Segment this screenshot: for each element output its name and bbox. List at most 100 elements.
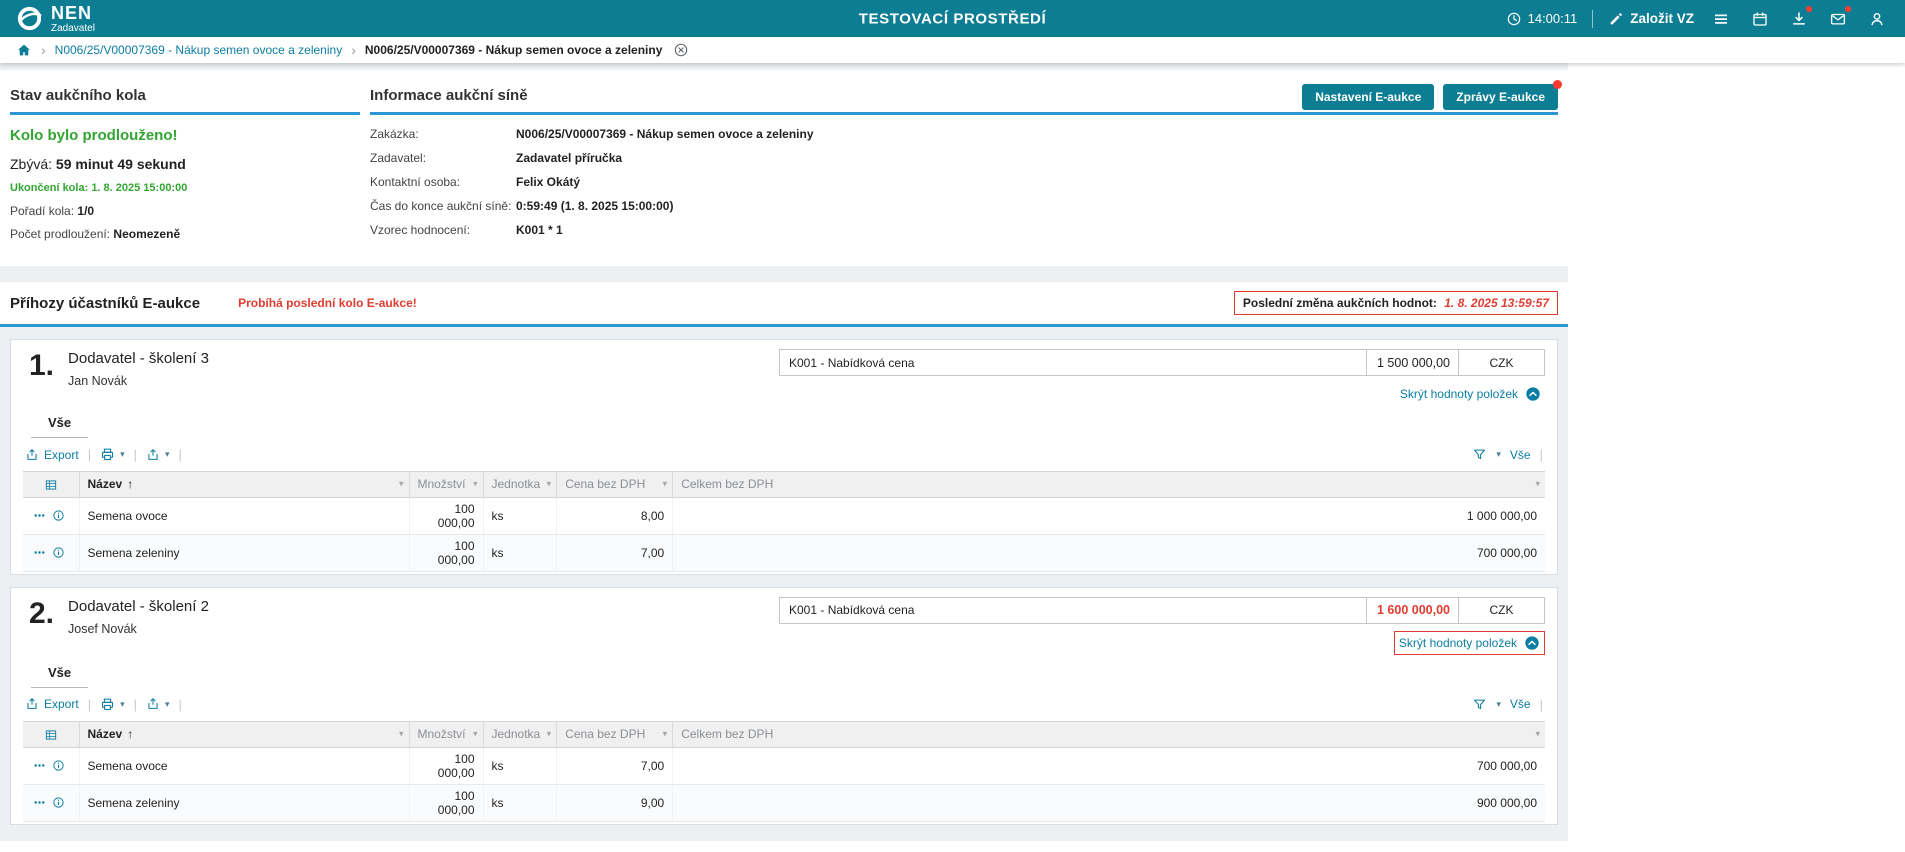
column-price[interactable]: Cena bez DPH ▾ — [557, 721, 673, 747]
column-chooser-button[interactable] — [23, 472, 79, 498]
column-price[interactable]: Cena bez DPH ▾ — [557, 472, 673, 498]
bid-area: K001 - Nabídková cena 1 500 000,00 CZK S… — [779, 349, 1545, 405]
create-vz-button[interactable]: Založit VZ — [1608, 11, 1694, 27]
view-caret-icon[interactable]: ▾ — [1496, 700, 1501, 709]
filter-caret-icon[interactable]: ▾ — [399, 479, 404, 490]
round-panel-title: Stav aukčního kola — [10, 82, 360, 115]
table-row: Semena zeleniny 100 000,00 ks 9,00 900 0… — [23, 784, 1545, 821]
calendar-button[interactable] — [1748, 7, 1772, 31]
column-chooser-button[interactable] — [23, 721, 79, 747]
filter-caret-icon[interactable]: ▾ — [663, 729, 668, 740]
filter-caret-icon[interactable]: ▾ — [1535, 479, 1540, 490]
cell-total: 700 000,00 — [673, 534, 1545, 571]
participant-contact: Jan Novák — [68, 374, 209, 388]
column-price-label: Cena bez DPH — [565, 727, 645, 741]
column-total[interactable]: Celkem bez DPH ▾ — [673, 472, 1545, 498]
hide-values-button[interactable]: Skrýt hodnoty položek — [1394, 631, 1545, 655]
hide-values-button[interactable]: Skrýt hodnoty položek — [1396, 383, 1545, 405]
close-tab-button[interactable] — [673, 42, 689, 58]
column-unit[interactable]: Jednotka ▾ — [483, 472, 557, 498]
round-order-value: 1/0 — [77, 204, 94, 218]
view-all-label: Vše — [1510, 448, 1531, 462]
info-row: Vzorec hodnocení: K001 * 1 — [370, 223, 1558, 237]
round-end-value: 1. 8. 2025 15:00:00 — [91, 182, 187, 194]
cell-price: 8,00 — [557, 497, 673, 534]
cell-total: 900 000,00 — [673, 784, 1545, 821]
export-button[interactable]: Export — [25, 697, 79, 711]
participant-card: 1. Dodavatel - školení 3 Jan Novák K001 … — [10, 339, 1558, 575]
main-content: Stav aukčního kola Kolo bylo prodlouženo… — [0, 63, 1568, 841]
downloads-button[interactable] — [1787, 7, 1811, 31]
tab-all[interactable]: Vše — [31, 665, 88, 688]
filter-caret-icon[interactable]: ▾ — [1535, 729, 1540, 740]
participant-card: 2. Dodavatel - školení 2 Josef Novák K00… — [10, 587, 1558, 825]
menu-icon — [1712, 10, 1730, 28]
cell-name: Semena ovoce — [79, 747, 409, 784]
filter-button[interactable] — [1472, 697, 1487, 712]
toolbar-divider: | — [134, 697, 137, 712]
column-name[interactable]: Název↑ ▾ — [79, 721, 409, 747]
info-icon[interactable] — [52, 546, 65, 559]
row-menu-icon[interactable] — [33, 546, 46, 559]
row-tools-cell — [23, 534, 79, 571]
toolbar-divider: | — [88, 697, 91, 712]
info-icon[interactable] — [52, 759, 65, 772]
export-button[interactable]: Export — [25, 448, 79, 462]
table-toolbar: Export | ▾ | ▾ | ▾ Vše | — [25, 697, 1543, 712]
view-all-link[interactable]: Vše — [1510, 448, 1531, 462]
filter-button[interactable] — [1472, 447, 1487, 462]
round-end-label: Ukončení kola: — [10, 182, 88, 194]
info-icon[interactable] — [52, 796, 65, 809]
share-button[interactable]: ▾ — [146, 697, 170, 711]
nen-logo-icon — [16, 5, 43, 32]
filter-caret-icon[interactable]: ▾ — [473, 479, 478, 490]
mail-button[interactable] — [1826, 7, 1850, 31]
filter-caret-icon[interactable]: ▾ — [547, 479, 552, 490]
row-menu-icon[interactable] — [33, 796, 46, 809]
column-total[interactable]: Celkem bez DPH ▾ — [673, 721, 1545, 747]
top-bar: NEN Zadavatel TESTOVACÍ PROSTŘEDÍ 14:00:… — [0, 0, 1905, 37]
filter-caret-icon[interactable]: ▾ — [399, 729, 404, 740]
info-label: Kontaktní osoba: — [370, 175, 516, 189]
eauction-settings-button[interactable]: Nastavení E-aukce — [1302, 84, 1434, 110]
toolbar-divider: | — [1540, 697, 1543, 712]
column-unit-label: Jednotka — [492, 477, 541, 491]
column-qty[interactable]: Množství ▾ — [409, 721, 483, 747]
row-menu-icon[interactable] — [33, 759, 46, 772]
info-label: Vzorec hodnocení: — [370, 223, 516, 237]
nen-logo[interactable]: NEN Zadavatel — [16, 4, 95, 34]
share-button[interactable]: ▾ — [146, 448, 170, 462]
bid-value: 1 600 000,00 — [1366, 597, 1459, 624]
profile-button[interactable] — [1865, 7, 1889, 31]
view-caret-icon[interactable]: ▾ — [1496, 450, 1501, 459]
participant-identity: Dodavatel - školení 2 Josef Novák — [68, 597, 209, 636]
filter-caret-icon[interactable]: ▾ — [547, 729, 552, 740]
print-button[interactable]: ▾ — [100, 697, 125, 712]
auction-panel-buttons: Nastavení E-aukce Zprávy E-aukce — [1302, 84, 1558, 110]
column-unit[interactable]: Jednotka ▾ — [483, 721, 557, 747]
share-caret-icon: ▾ — [165, 450, 170, 459]
tab-all[interactable]: Vše — [31, 415, 88, 438]
status-panels: Stav aukčního kola Kolo bylo prodlouženo… — [0, 70, 1568, 266]
cell-name: Semena ovoce — [79, 497, 409, 534]
home-button[interactable] — [16, 42, 32, 58]
edit-icon — [1608, 11, 1624, 27]
filter-caret-icon[interactable]: ▾ — [663, 479, 668, 490]
column-name[interactable]: Název↑ ▾ — [79, 472, 409, 498]
round-extensions: Počet prodloužení: Neomezeně — [10, 227, 360, 241]
breadcrumb-parent-link[interactable]: N006/25/V00007369 - Nákup semen ovoce a … — [55, 43, 343, 57]
column-qty[interactable]: Množství ▾ — [409, 472, 483, 498]
toolbar-right: ▾ Vše | — [1472, 447, 1543, 462]
menu-button[interactable] — [1709, 7, 1733, 31]
row-menu-icon[interactable] — [33, 509, 46, 522]
eauction-messages-button[interactable]: Zprávy E-aukce — [1443, 84, 1558, 110]
round-end: Ukončení kola: 1. 8. 2025 15:00:00 — [10, 182, 360, 194]
cell-total: 700 000,00 — [673, 747, 1545, 784]
view-all-link[interactable]: Vše — [1510, 697, 1531, 711]
eauction-messages-label: Zprávy E-aukce — [1456, 90, 1545, 104]
filter-icon — [1472, 447, 1487, 462]
info-icon[interactable] — [52, 509, 65, 522]
filter-caret-icon[interactable]: ▾ — [473, 729, 478, 740]
chevron-right-icon: › — [351, 43, 356, 57]
print-button[interactable]: ▾ — [100, 447, 125, 462]
